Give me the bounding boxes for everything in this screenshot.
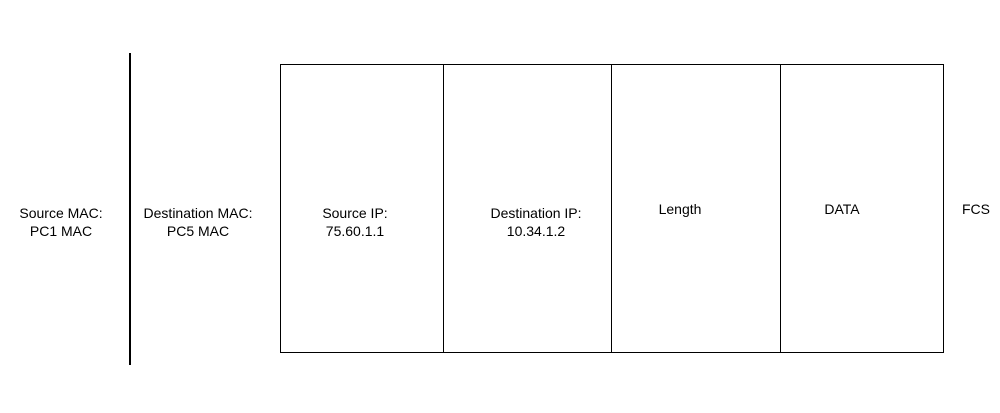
source-mac-value: PC1 MAC (29, 223, 93, 239)
length-label: Length (658, 201, 702, 217)
data-box (780, 64, 944, 353)
source-ip-field: Source IP: 75.60.1.1 (322, 204, 387, 240)
source-mac-label: Source MAC: (19, 205, 103, 221)
fcs-label: FCS (962, 201, 990, 217)
data-label: DATA (824, 201, 860, 217)
destination-mac-field: Destination MAC: PC5 MAC (144, 204, 253, 240)
destination-ip-value: 10.34.1.2 (506, 223, 566, 239)
destination-ip-label: Destination IP: (490, 205, 582, 221)
source-mac-field: Source MAC: PC1 MAC (19, 204, 102, 240)
destination-mac-value: PC5 MAC (166, 223, 230, 239)
destination-ip-field: Destination IP: 10.34.1.2 (490, 204, 581, 240)
source-ip-label: Source IP: (322, 205, 388, 221)
destination-mac-label: Destination MAC: (143, 205, 253, 221)
separator-line (129, 53, 131, 365)
source-ip-value: 75.60.1.1 (325, 223, 385, 239)
